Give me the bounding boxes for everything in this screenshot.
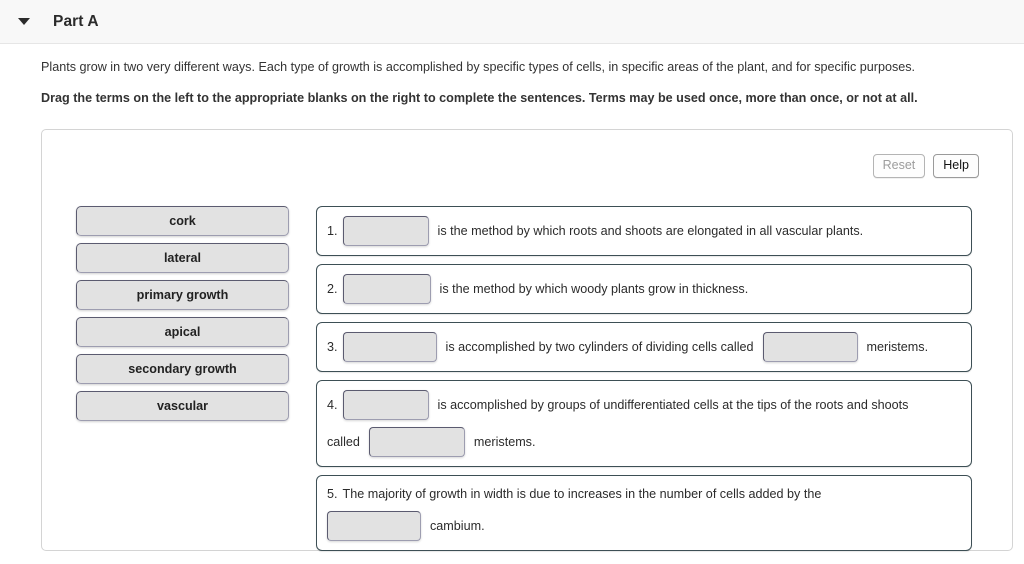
term-bank: cork lateral primary growth apical secon… [76, 206, 289, 428]
panel-toolbar: Reset Help [872, 154, 979, 178]
chevron-down-icon[interactable] [13, 11, 35, 33]
sentence-number: 5. [327, 487, 338, 501]
drop-blank[interactable] [762, 332, 858, 362]
intro-paragraph: Plants grow in two very different ways. … [41, 60, 916, 74]
sentence-text: meristems. [473, 434, 536, 449]
sentence-text: meristems. [866, 339, 929, 354]
drop-blank[interactable] [368, 427, 465, 457]
sentence-number: 3. [327, 339, 338, 354]
sentence-text: is accomplished by two cylinders of divi… [445, 339, 754, 354]
sentence-row: 4. is accomplished by groups of undiffer… [316, 380, 972, 467]
sentence-text: is the method by which roots and shoots … [437, 223, 864, 238]
intro-instruction: Drag the terms on the left to the approp… [41, 91, 918, 105]
reset-button[interactable]: Reset [872, 154, 926, 178]
sentence-text: The majority of growth in width is due t… [342, 487, 822, 501]
drop-blank[interactable] [342, 216, 429, 246]
sentence-number: 1. [327, 223, 338, 238]
term-tile[interactable]: lateral [76, 243, 289, 273]
chevron-down-glyph [18, 18, 30, 25]
part-header: Part A [0, 0, 1024, 44]
drop-blank[interactable] [342, 274, 431, 304]
sentence-text: is accomplished by groups of undifferent… [437, 397, 909, 412]
sentence-row: 3. is accomplished by two cylinders of d… [316, 322, 972, 372]
activity-panel: Reset Help cork lateral primary growth a… [41, 129, 1013, 551]
term-tile[interactable]: primary growth [76, 280, 289, 310]
sentence-number: 4. [327, 397, 338, 412]
sentence-text: called [327, 434, 360, 449]
drop-blank[interactable] [342, 332, 437, 362]
sentence-list: 1. is the method by which roots and shoo… [316, 206, 972, 559]
help-button[interactable]: Help [933, 154, 979, 178]
intro-block: Plants grow in two very different ways. … [0, 59, 1024, 106]
term-tile[interactable]: vascular [76, 391, 289, 421]
page-title: Part A [53, 12, 99, 30]
drop-blank[interactable] [342, 390, 429, 420]
term-tile[interactable]: secondary growth [76, 354, 289, 384]
sentence-row: 2. is the method by which woody plants g… [316, 264, 972, 314]
sentence-text: is the method by which woody plants grow… [439, 281, 749, 296]
drop-blank[interactable] [327, 511, 421, 541]
term-tile[interactable]: cork [76, 206, 289, 236]
term-tile[interactable]: apical [76, 317, 289, 347]
sentence-text: cambium. [430, 518, 485, 533]
sentence-row: 5. The majority of growth in width is du… [316, 475, 972, 551]
sentence-row: 1. is the method by which roots and shoo… [316, 206, 972, 256]
sentence-number: 2. [327, 281, 338, 296]
